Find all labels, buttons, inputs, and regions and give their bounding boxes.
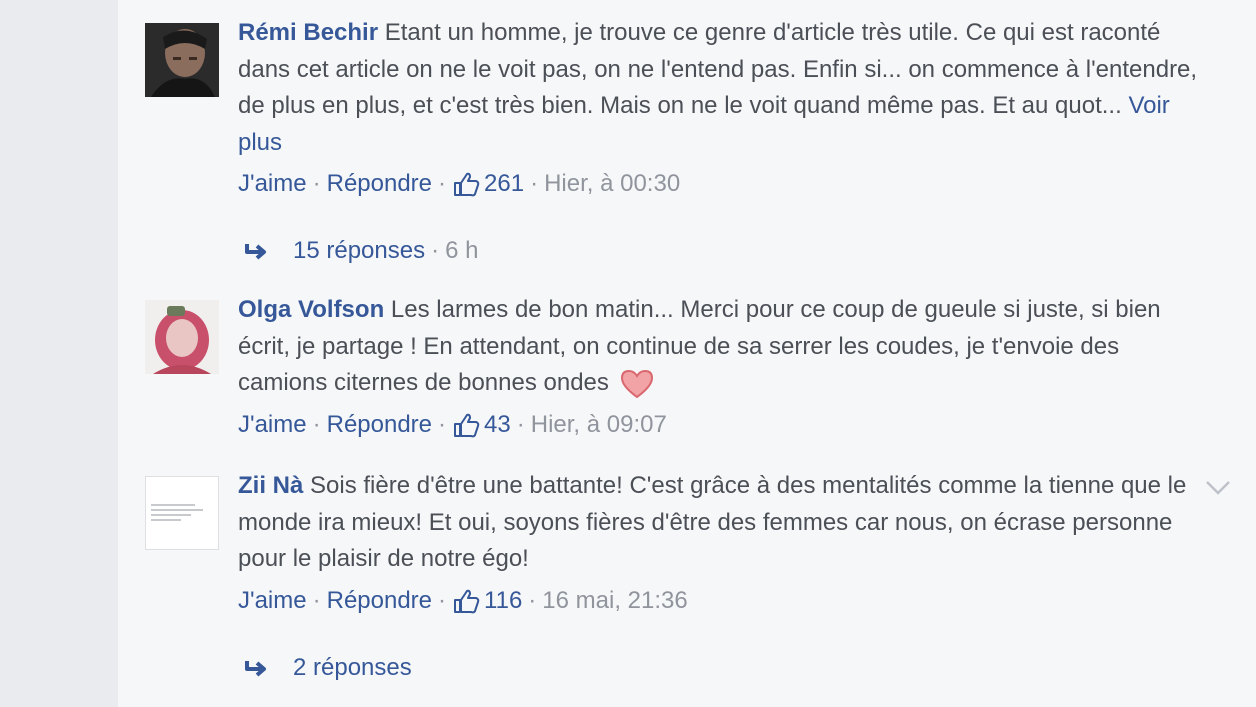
separator: · — [438, 170, 447, 197]
like-count[interactable]: 116 — [452, 587, 522, 615]
comment-body: Rémi Bechir Etant un homme, je trouve ce… — [238, 19, 1213, 201]
thumbs-up-icon — [454, 589, 480, 613]
replies-link[interactable]: 15 réponses · 6 h — [243, 237, 478, 265]
comment-actions: J'aime · Répondre · 261 · Hier, à 00:30 — [238, 167, 1213, 201]
comment-author[interactable]: Rémi Bechir — [238, 19, 378, 46]
like-count-value: 116 — [484, 586, 523, 614]
thumbs-up-icon — [454, 172, 480, 197]
separator: · — [530, 170, 539, 197]
comment-text: Etant un homme, je trouve ce genre d'art… — [238, 19, 1198, 119]
separator: · — [528, 586, 537, 614]
like-count-value: 43 — [484, 410, 511, 438]
heart-icon — [620, 369, 653, 398]
like-link[interactable]: J'aime — [238, 587, 307, 615]
reply-arrow-icon — [245, 244, 266, 260]
separator: · — [438, 410, 447, 438]
chevron-down-icon[interactable] — [1203, 472, 1233, 502]
comment-text-block: Olga Volfson Les larmes de bon matin... … — [238, 292, 1213, 402]
like-link[interactable]: J'aime — [238, 170, 307, 198]
avatar[interactable] — [145, 300, 219, 374]
avatar[interactable] — [145, 23, 219, 97]
separator: · — [312, 170, 321, 197]
separator: · — [312, 410, 321, 438]
separator: · — [312, 586, 321, 614]
comment-actions: J'aime · Répondre · 43 · Hier, à 09:07 — [238, 408, 1213, 442]
like-link[interactable]: J'aime — [238, 411, 307, 439]
like-count[interactable]: 43 — [452, 411, 511, 439]
comment-author[interactable]: Zii Nà — [238, 472, 303, 499]
replies-link[interactable]: 2 réponses — [243, 654, 412, 682]
reply-arrow-icon — [245, 661, 266, 677]
timestamp[interactable]: Hier, à 00:30 — [544, 170, 680, 198]
comment-text: Sois fière d'être une battante! C'est gr… — [238, 472, 1187, 572]
comment-text-block: Rémi Bechir Etant un homme, je trouve ce… — [238, 15, 1213, 161]
like-count-value: 261 — [484, 170, 525, 197]
timestamp[interactable]: 16 mai, 21:36 — [542, 587, 687, 615]
replies-count[interactable]: 2 réponses — [293, 654, 412, 682]
replies-time: 6 h — [445, 237, 479, 264]
comment-actions: J'aime · Répondre · 116 · 16 mai, 21:36 — [238, 584, 1213, 618]
timestamp[interactable]: Hier, à 09:07 — [531, 411, 667, 439]
comment-body: Zii Nà Sois fière d'être une battante! C… — [238, 472, 1213, 618]
thumbs-up-icon — [454, 413, 480, 437]
comment-text-block: Zii Nà Sois fière d'être une battante! C… — [238, 468, 1213, 578]
separator: · — [438, 586, 447, 614]
separator: · — [431, 237, 440, 264]
reply-link[interactable]: Répondre — [327, 170, 432, 198]
reply-link[interactable]: Répondre — [327, 587, 432, 615]
reply-link[interactable]: Répondre — [327, 411, 432, 439]
avatar[interactable] — [145, 476, 219, 550]
comment-author[interactable]: Olga Volfson — [238, 296, 384, 323]
comment-body: Olga Volfson Les larmes de bon matin... … — [238, 296, 1213, 442]
replies-count[interactable]: 15 réponses — [293, 237, 425, 265]
separator: · — [516, 410, 525, 438]
like-count[interactable]: 261 — [452, 170, 524, 198]
